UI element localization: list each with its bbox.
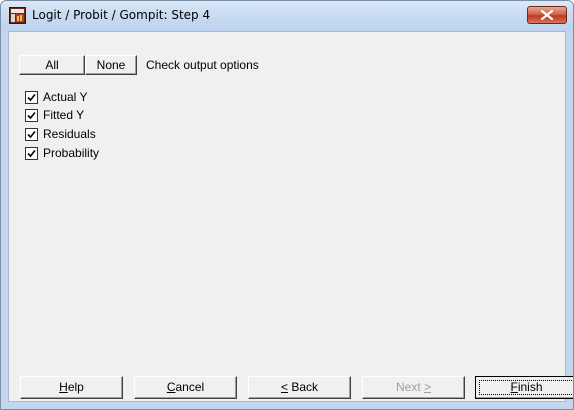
checkmark-icon [27, 130, 36, 139]
probability-checkbox[interactable] [25, 147, 38, 160]
cancel-button[interactable]: Cancel [134, 376, 237, 399]
residuals-label: Residuals [43, 127, 96, 141]
fitted-y-label: Fitted Y [43, 108, 85, 122]
select-none-button[interactable]: None [85, 55, 137, 75]
back-mnemonic: < [280, 380, 288, 394]
cancel-label: ancel [175, 380, 205, 394]
probability-label: Probability [43, 146, 100, 160]
next-label: Next [395, 380, 424, 394]
actual-y-label: Actual Y [43, 90, 88, 104]
close-button[interactable] [527, 6, 567, 24]
fitted-y-checkbox[interactable] [25, 109, 38, 122]
select-all-button[interactable]: All [19, 55, 85, 75]
help-label: elp [67, 380, 84, 394]
checkmark-icon [27, 93, 36, 102]
instruction-label: Check output options [146, 58, 259, 72]
next-button[interactable]: Next > [362, 376, 465, 399]
residuals-checkbox[interactable] [25, 128, 38, 141]
focus-rectangle [479, 380, 573, 395]
back-label: Back [288, 380, 319, 394]
next-mnemonic: > [424, 380, 432, 394]
finish-button[interactable]: Finish [475, 376, 573, 399]
back-button[interactable]: < Back [248, 376, 351, 399]
dialog-window: Logit / Probit / Gompit: Step 4 All None… [0, 0, 574, 410]
help-mnemonic: H [59, 380, 68, 394]
dialog-content: All None Check output options Actual Y F… [8, 31, 573, 402]
help-button[interactable]: Help [20, 376, 123, 399]
app-icon [9, 7, 26, 24]
checkmark-icon [27, 111, 36, 120]
actual-y-checkbox[interactable] [25, 91, 38, 104]
close-icon [541, 10, 553, 20]
window-title: Logit / Probit / Gompit: Step 4 [32, 8, 211, 22]
title-bar[interactable]: Logit / Probit / Gompit: Step 4 [1, 1, 573, 31]
checkmark-icon [27, 149, 36, 158]
